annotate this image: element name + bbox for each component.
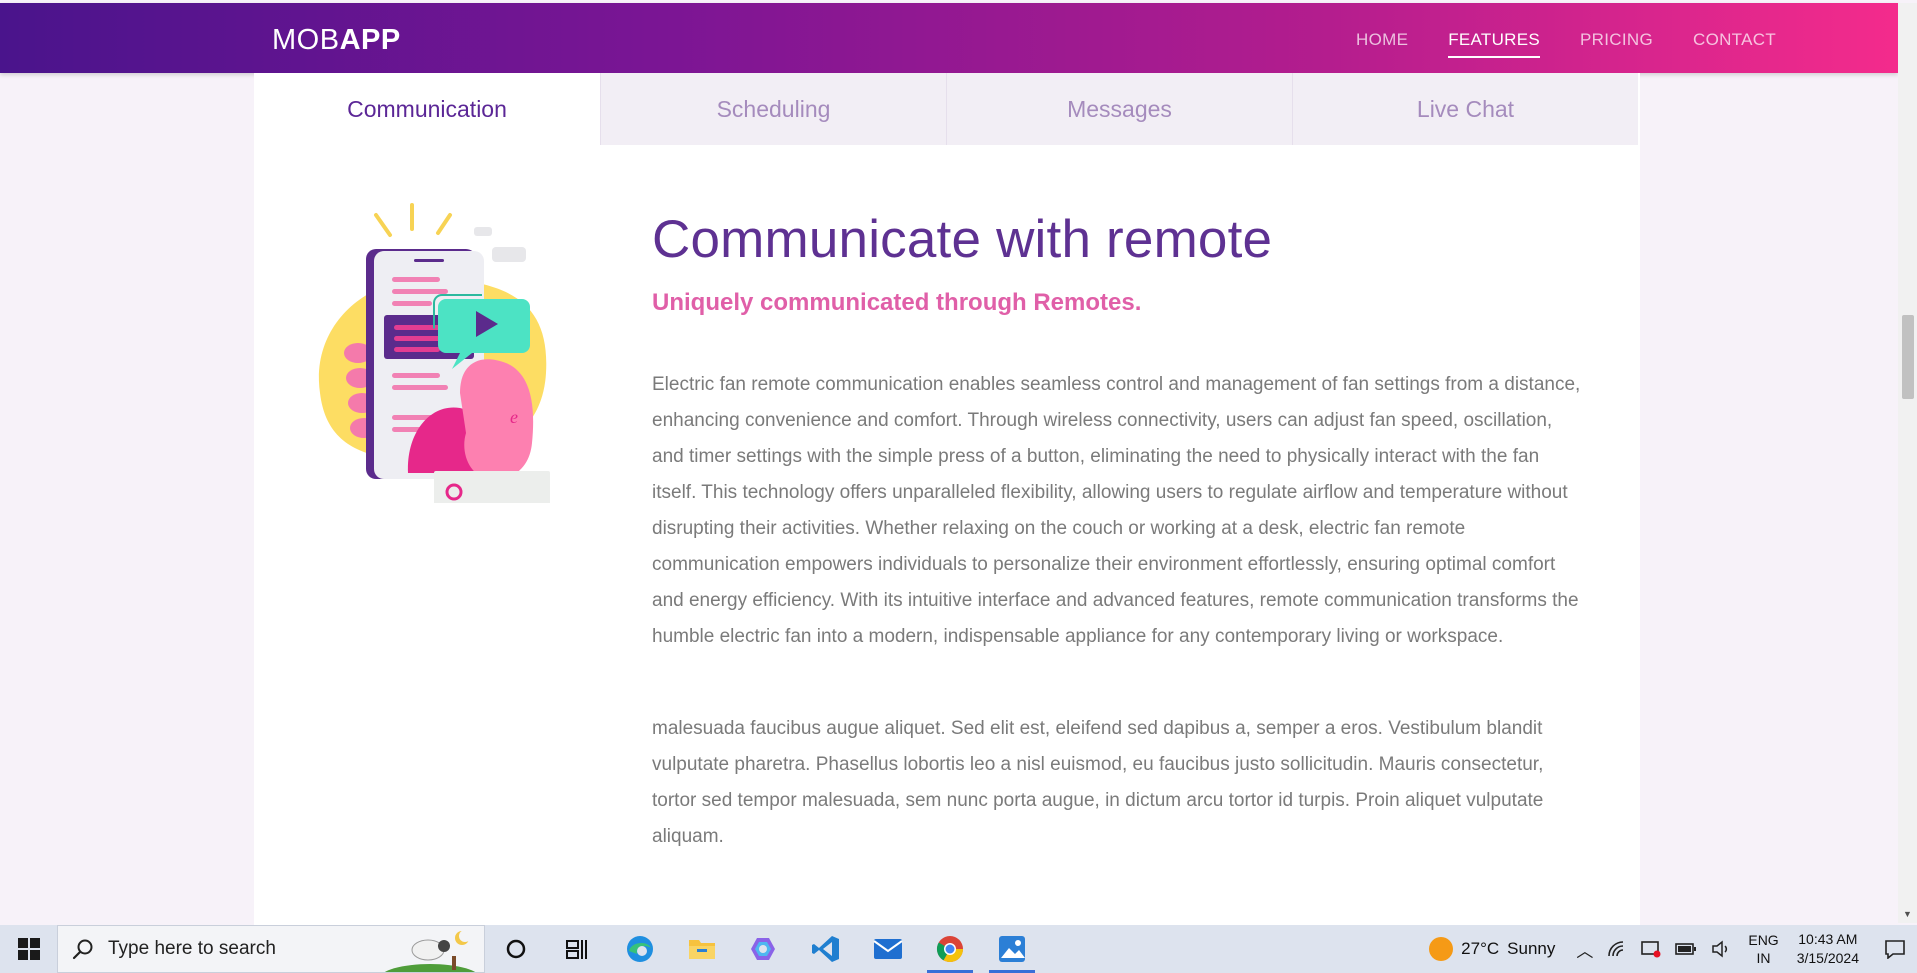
- chrome-icon: [936, 936, 964, 963]
- search-icon: [72, 939, 93, 960]
- tab-communication[interactable]: Communication: [254, 73, 600, 145]
- top-navbar: MOBAPP HOME FEATURES PRICING CONTACT: [0, 3, 1898, 73]
- sun-weather-icon: [1429, 937, 1454, 961]
- search-placeholder: Type here to search: [108, 938, 276, 959]
- nav-link-features[interactable]: FEATURES: [1448, 28, 1541, 58]
- windows-taskbar: Type here to search 27°C Sunny ︿ ENG IN …: [0, 925, 1917, 973]
- taskbar-clock[interactable]: 10:43 AM 3/15/2024: [1797, 930, 1859, 968]
- page-scrollbar[interactable]: ▼: [1898, 3, 1917, 923]
- weather-temperature: 27°C: [1461, 939, 1500, 958]
- taskbar-app-mail[interactable]: [857, 925, 919, 973]
- task-view-icon: [566, 940, 587, 959]
- copilot-icon: [751, 938, 775, 960]
- notification-center-button[interactable]: [1873, 925, 1917, 973]
- brand-text-bold: APP: [339, 24, 401, 56]
- wifi-icon[interactable]: [1607, 940, 1627, 958]
- taskbar-app-vscode[interactable]: [795, 925, 857, 973]
- tab-live-chat[interactable]: Live Chat: [1292, 73, 1638, 145]
- cortana-circle-icon: [506, 939, 526, 959]
- system-tray: 27°C Sunny ︿ ENG IN 10:43 AM 3/15/2024: [1429, 925, 1917, 973]
- input-language-indicator[interactable]: ENG IN: [1748, 931, 1778, 967]
- show-hidden-icons-chevron-up-icon[interactable]: ︿: [1576, 937, 1593, 962]
- volume-icon[interactable]: [1711, 940, 1731, 958]
- brand-text-light: MOB: [272, 24, 340, 56]
- nav-link-contact[interactable]: CONTACT: [1693, 28, 1776, 58]
- search-highlight-sheep-icon: [384, 930, 476, 972]
- tab-messages[interactable]: Messages: [946, 73, 1292, 145]
- scroll-down-arrow-icon[interactable]: ▼: [1903, 909, 1912, 919]
- start-button[interactable]: [0, 925, 57, 973]
- mail-icon: [873, 939, 903, 959]
- notification-icon: [1885, 940, 1905, 959]
- edge-icon: [627, 936, 653, 962]
- svg-text:e: e: [510, 407, 518, 427]
- body-paragraph-1: Electric fan remote communication enable…: [652, 374, 1581, 647]
- clock-time: 10:43 AM: [1798, 931, 1858, 947]
- language-code: ENG: [1748, 932, 1779, 948]
- weather-widget[interactable]: 27°C Sunny: [1429, 937, 1555, 961]
- file-explorer-icon: [689, 940, 715, 959]
- body-paragraph-2: malesuada faucibus augue aliquet. Sed el…: [652, 718, 1544, 847]
- feature-tabs: Communication Scheduling Messages Live C…: [254, 73, 1640, 145]
- windows-logo-icon: [17, 938, 40, 960]
- task-view-button[interactable]: [547, 925, 609, 973]
- brand-logo[interactable]: MOBAPP: [272, 23, 401, 57]
- battery-icon[interactable]: [1675, 942, 1697, 956]
- scrollbar-thumb[interactable]: [1902, 315, 1914, 399]
- taskbar-search-box[interactable]: Type here to search: [57, 925, 485, 973]
- clock-date: 3/15/2024: [1796, 950, 1859, 966]
- nav-links: HOME FEATURES PRICING CONTACT: [1356, 28, 1776, 58]
- security-badge-icon[interactable]: [1641, 940, 1661, 958]
- cortana-button[interactable]: [485, 925, 547, 973]
- nav-link-pricing[interactable]: PRICING: [1580, 28, 1653, 58]
- nav-link-home[interactable]: HOME: [1356, 28, 1408, 58]
- taskbar-app-edge[interactable]: [609, 925, 671, 973]
- taskbar-app-copilot[interactable]: [733, 925, 795, 973]
- section-subheading: Uniquely communicated through Remotes.: [652, 289, 1142, 316]
- phone-communication-illustration: e: [318, 203, 550, 503]
- taskbar-app-chrome[interactable]: [919, 925, 981, 973]
- language-region: IN: [1756, 950, 1771, 966]
- photos-icon: [999, 936, 1025, 962]
- vscode-icon: [812, 936, 839, 962]
- features-card: Communication Scheduling Messages Live C…: [254, 73, 1640, 926]
- taskbar-app-photos[interactable]: [981, 925, 1043, 973]
- taskbar-app-file-explorer[interactable]: [671, 925, 733, 973]
- weather-condition: Sunny: [1507, 939, 1556, 958]
- tab-scheduling[interactable]: Scheduling: [600, 73, 946, 145]
- section-heading: Communicate with remote: [652, 210, 1273, 269]
